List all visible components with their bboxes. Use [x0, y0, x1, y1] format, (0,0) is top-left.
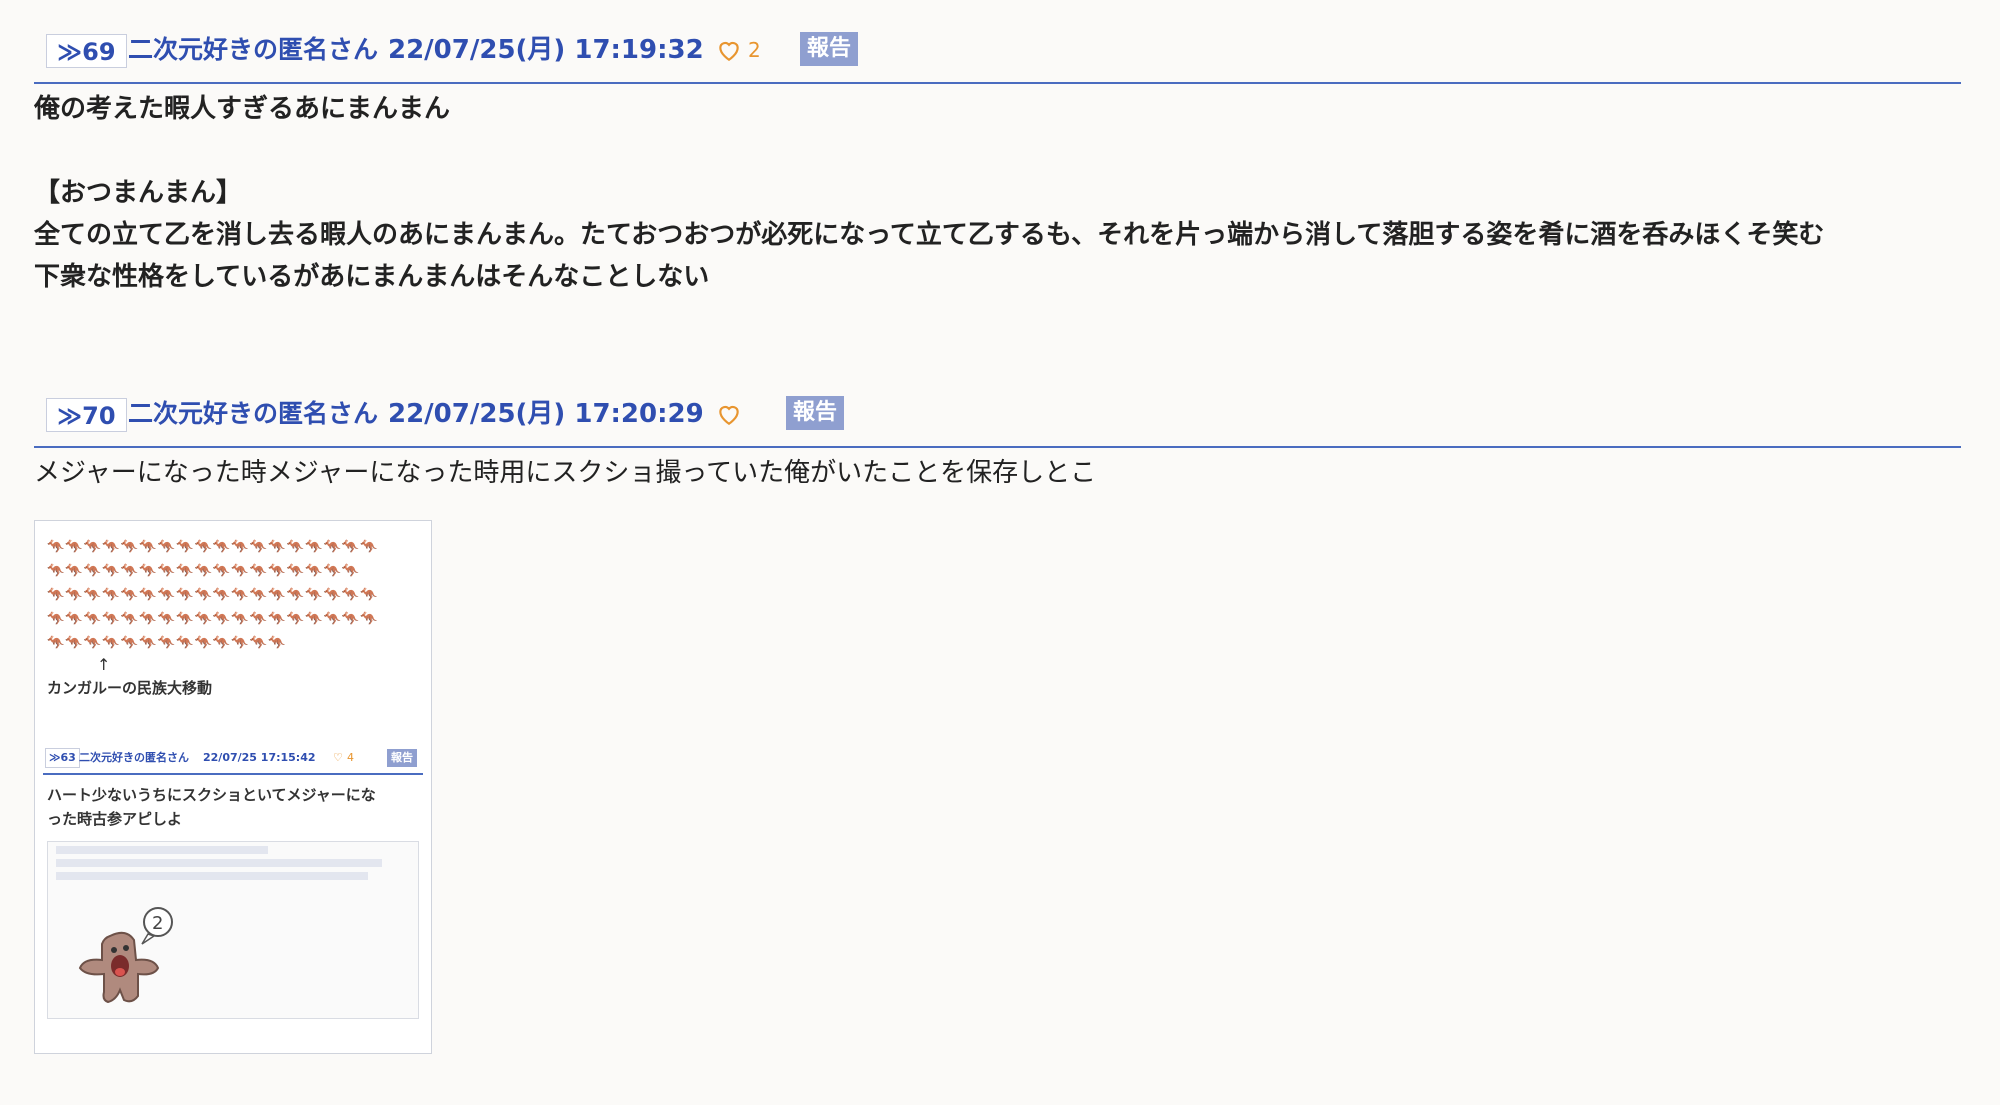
quoted-report: 報告 — [387, 749, 417, 767]
post-line — [34, 130, 1824, 172]
anime-mascot-illustration: 2 — [78, 907, 173, 1004]
nested-line — [56, 859, 382, 867]
post-line: 【おつまんまん】 — [34, 178, 243, 208]
heart-icon — [719, 41, 739, 62]
kangaroo-row: 🦘🦘🦘🦘🦘🦘🦘🦘🦘🦘🦘🦘🦘🦘🦘🦘🦘🦘 — [47, 539, 379, 555]
nested-screenshot: 2 — [47, 841, 419, 1019]
attached-image[interactable]: 🦘🦘🦘🦘🦘🦘🦘🦘🦘🦘🦘🦘🦘🦘🦘🦘🦘🦘 🦘🦘🦘🦘🦘🦘🦘🦘🦘🦘🦘🦘🦘🦘🦘🦘🦘 🦘🦘🦘… — [34, 520, 432, 1054]
quoted-date: 22/07/25 17:15:42 — [203, 751, 316, 764]
like-button[interactable]: 2 — [716, 34, 761, 66]
kangaroo-row: 🦘🦘🦘🦘🦘🦘🦘🦘🦘🦘🦘🦘🦘🦘🦘🦘🦘🦘 — [47, 587, 379, 603]
like-count: 2 — [748, 38, 761, 62]
kangaroo-row: 🦘🦘🦘🦘🦘🦘🦘🦘🦘🦘🦘🦘🦘🦘🦘🦘🦘 — [47, 563, 361, 579]
report-button[interactable]: 報告 — [786, 396, 844, 430]
reply-anchor-link[interactable]: ≫70 — [46, 398, 127, 432]
post-line: 下衆な性格をしているがあにまんまんはそんなことしない — [34, 262, 710, 292]
like-button[interactable] — [716, 398, 748, 430]
quoted-like-count: 4 — [347, 751, 354, 764]
quoted-line: ハート少ないうちにスクショといてメジャーにな — [47, 786, 376, 804]
up-arrow: ↑ — [97, 655, 111, 674]
post-header: ≫70 二次元好きの匿名さん 22/07/25(月) 17:20:29 報告 — [34, 382, 1961, 438]
post-divider — [34, 446, 1961, 448]
image-caption: カンガルーの民族大移動 — [47, 679, 213, 697]
report-button[interactable]: 報告 — [800, 32, 858, 66]
poster-name: 二次元好きの匿名さん — [128, 399, 379, 428]
quoted-heart-icon: ♡ — [333, 751, 343, 764]
post-line: メジャーになった時メジャーになった時用にスクショ撮っていた俺がいたことを保存しと… — [34, 458, 1097, 488]
nested-text-lines — [56, 846, 410, 885]
poster-name: 二次元好きの匿名さん — [128, 35, 379, 64]
svg-text:2: 2 — [152, 913, 163, 934]
heart-icon — [719, 405, 739, 426]
quoted-body: ハート少ないうちにスクショといてメジャーにな った時古参アピしよ — [47, 783, 376, 831]
quoted-line: った時古参アピしよ — [47, 810, 183, 828]
post-divider — [34, 82, 1961, 84]
post-header: ≫69 二次元好きの匿名さん 22/07/25(月) 17:19:32 2 報告 — [34, 18, 1961, 74]
quoted-anchor: ≫63 — [45, 748, 80, 768]
post-69: ≫69 二次元好きの匿名さん 22/07/25(月) 17:19:32 2 報告… — [34, 18, 1961, 318]
post-body: メジャーになった時メジャーになった時用にスクショ撮っていた俺がいたことを保存しと… — [34, 452, 1096, 494]
quoted-post-header: ≫63 二次元好きの匿名さん 22/07/25 17:15:42 ♡ 4 報告 — [43, 747, 423, 769]
kangaroo-row: 🦘🦘🦘🦘🦘🦘🦘🦘🦘🦘🦘🦘🦘 — [47, 635, 287, 651]
quoted-name: 二次元好きの匿名さん — [79, 751, 189, 764]
post-line: 全ての立て乙を消し去る暇人のあにまんまん。たておつおつが必死になって立て乙するも… — [34, 220, 1825, 250]
post-date: 22/07/25(月) 17:20:29 — [388, 399, 704, 429]
kangaroo-row: 🦘🦘🦘🦘🦘🦘🦘🦘🦘🦘🦘🦘🦘🦘🦘🦘🦘🦘 — [47, 611, 379, 627]
post-70: ≫70 二次元好きの匿名さん 22/07/25(月) 17:20:29 報告 メ… — [34, 382, 1961, 1082]
post-date: 22/07/25(月) 17:19:32 — [388, 35, 704, 65]
reply-anchor-link[interactable]: ≫69 — [46, 34, 127, 68]
kangaroo-rows: 🦘🦘🦘🦘🦘🦘🦘🦘🦘🦘🦘🦘🦘🦘🦘🦘🦘🦘 🦘🦘🦘🦘🦘🦘🦘🦘🦘🦘🦘🦘🦘🦘🦘🦘🦘 🦘🦘🦘… — [47, 535, 417, 655]
post-body: 俺の考えた暇人すぎるあにまんまん 【おつまんまん】 全ての立て乙を消し去る暇人の… — [34, 88, 1824, 298]
post-line: 俺の考えた暇人すぎるあにまんまん — [34, 94, 451, 124]
nested-line — [56, 846, 269, 854]
quoted-divider — [43, 773, 423, 775]
nested-line — [56, 872, 368, 880]
